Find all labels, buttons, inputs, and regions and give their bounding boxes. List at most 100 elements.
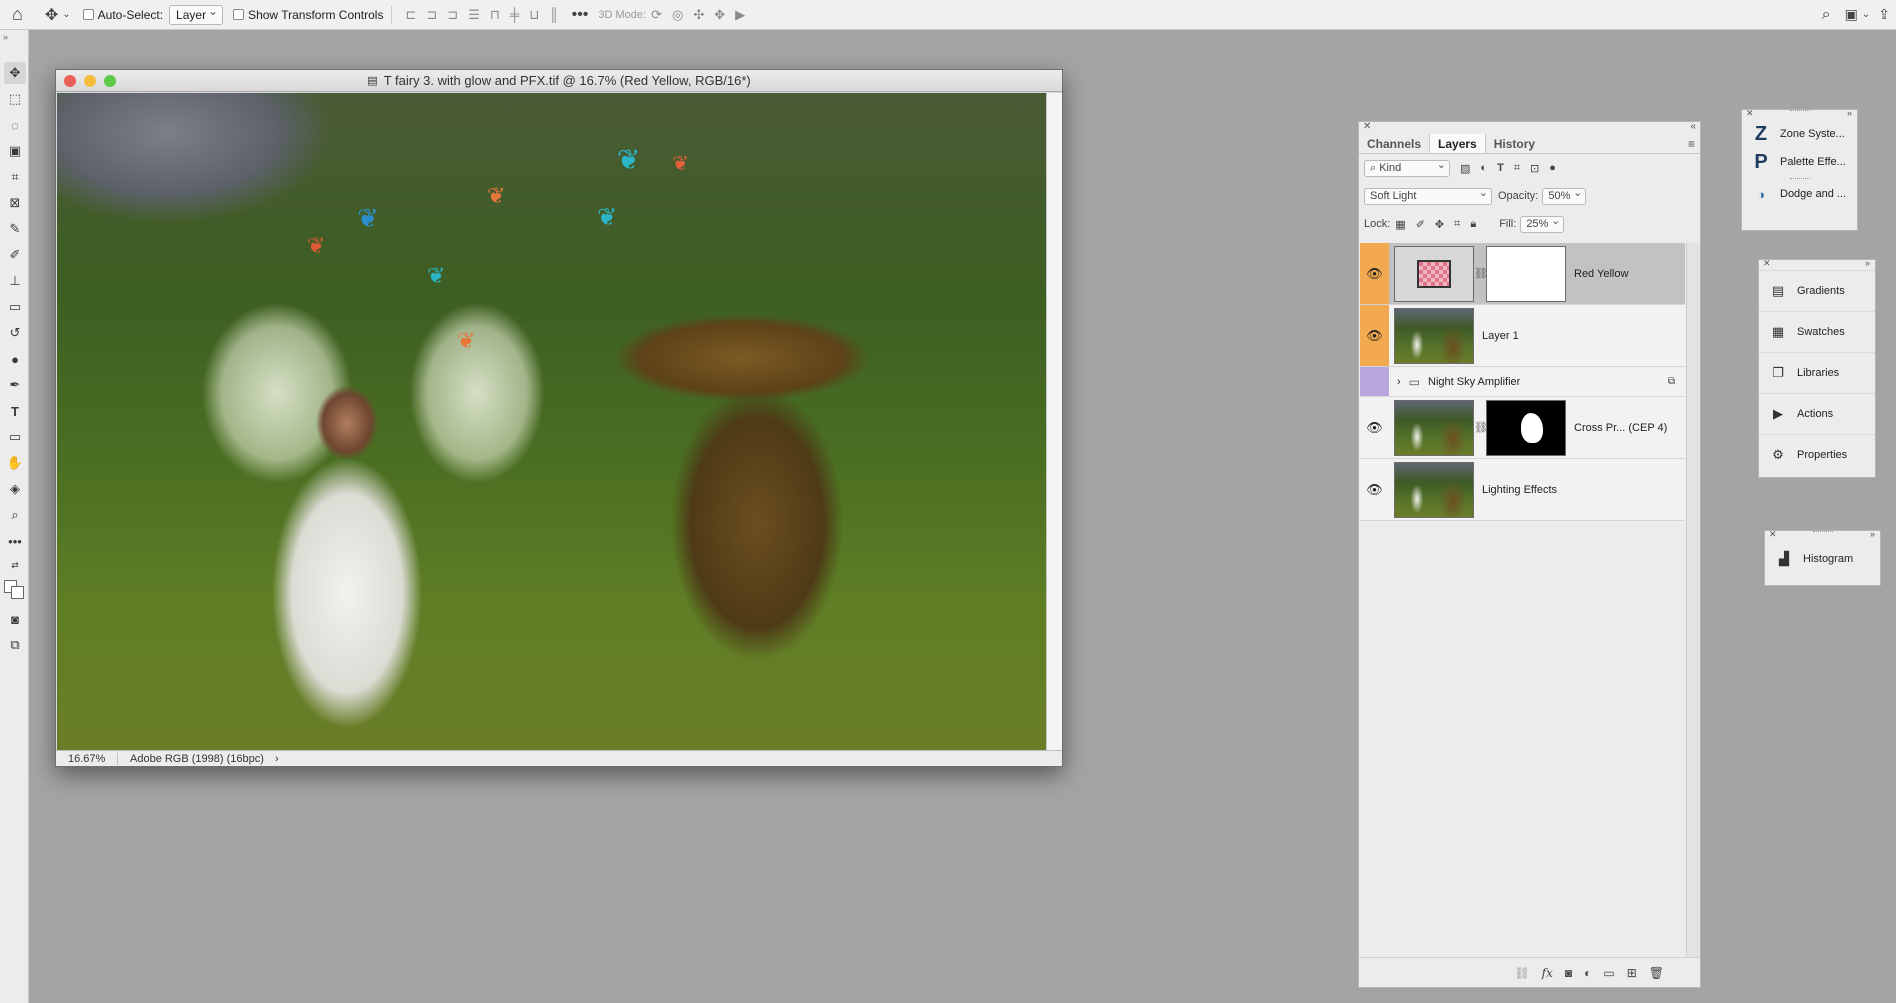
- zoom-level[interactable]: 16.67%: [56, 752, 118, 765]
- new-group-icon[interactable]: ▭: [1603, 966, 1614, 980]
- distribute-vertical-icon[interactable]: ☰: [468, 7, 480, 23]
- expand-panel-icon[interactable]: »: [1847, 108, 1852, 118]
- lock-image-icon[interactable]: ✐: [1416, 218, 1425, 231]
- rectangle-tool-icon[interactable]: ▭: [4, 426, 26, 448]
- new-adjustment-icon[interactable]: ◐: [1584, 966, 1591, 980]
- expand-panel-icon[interactable]: »: [1865, 258, 1870, 268]
- object-select-tool-icon[interactable]: ▣: [4, 140, 26, 162]
- collapse-panel-icon[interactable]: «: [1690, 121, 1696, 132]
- layer-mask-thumbnail[interactable]: [1486, 245, 1566, 302]
- lock-transparent-icon[interactable]: ▦: [1395, 218, 1405, 231]
- tool-preset-chevron-icon[interactable]: ⌄: [62, 9, 70, 20]
- plugin-item-palette-effects[interactable]: P Palette Effe...: [1742, 148, 1857, 176]
- search-icon[interactable]: ⌕: [1822, 6, 1831, 24]
- canvas-scrollbar[interactable]: [1046, 93, 1062, 752]
- 3d-orbit-icon[interactable]: ⟳: [651, 7, 662, 23]
- 3d-roll-icon[interactable]: ◎: [672, 7, 683, 23]
- background-color-swatch[interactable]: [11, 586, 24, 599]
- panel-item-properties[interactable]: ⚙︎ Properties: [1759, 434, 1875, 475]
- layer-row-cross-pr[interactable]: 👁︎ ⛓︎ Cross Pr... (CEP 4): [1360, 397, 1685, 459]
- layer-row-lighting-effects[interactable]: 👁︎ Lighting Effects: [1360, 459, 1685, 521]
- pen-tool-icon[interactable]: ✒: [4, 374, 26, 396]
- close-panel-icon[interactable]: ✕: [1363, 121, 1371, 132]
- expand-panel-icon[interactable]: »: [1870, 529, 1875, 539]
- workspace-chevron-icon[interactable]: ⌄: [1862, 9, 1870, 20]
- plugin-item-dodge-and-burn[interactable]: ◑ Dodge and ...: [1742, 180, 1857, 208]
- image-canvas[interactable]: ❦ ❦ ❦ ❦ ❦ ❦ ❦ ❦: [57, 93, 1047, 752]
- layer-name[interactable]: Lighting Effects: [1482, 484, 1557, 496]
- layer-name[interactable]: Red Yellow: [1574, 268, 1628, 280]
- layer-row-layer-1[interactable]: 👁︎ Layer 1: [1360, 305, 1685, 367]
- stamp-tool-icon[interactable]: ⊥: [4, 270, 26, 292]
- tab-history[interactable]: History: [1486, 134, 1543, 153]
- paint-bucket-icon[interactable]: ◈: [4, 478, 26, 500]
- panel-grip[interactable]: [1789, 110, 1810, 115]
- fill-field[interactable]: 25%: [1520, 214, 1565, 233]
- more-tools-icon[interactable]: •••: [4, 530, 26, 552]
- 3d-slide-icon[interactable]: ✥: [714, 7, 725, 23]
- layers-scrollbar[interactable]: [1686, 243, 1700, 958]
- lock-position-icon[interactable]: ✥: [1435, 218, 1444, 231]
- status-expand-icon[interactable]: ›: [275, 753, 279, 765]
- add-mask-icon[interactable]: ◙: [1565, 966, 1572, 980]
- layer-thumbnail[interactable]: [1394, 245, 1474, 302]
- lock-artboard-icon[interactable]: ⌗: [1454, 218, 1460, 231]
- visibility-eye-icon[interactable]: 👁︎: [1360, 459, 1389, 520]
- distribute-horizontal-icon[interactable]: ║: [549, 7, 558, 22]
- align-middle-icon[interactable]: ╪: [510, 7, 519, 22]
- document-title-bar[interactable]: ▤ T fairy 3. with glow and PFX.tif @ 16.…: [56, 70, 1062, 92]
- panel-menu-icon[interactable]: ≡: [1683, 134, 1700, 153]
- zoom-tool-icon[interactable]: ⌕: [4, 504, 26, 526]
- filter-pixel-icon[interactable]: ▨: [1460, 162, 1470, 175]
- link-chain-icon[interactable]: ⛓︎: [1474, 267, 1488, 280]
- close-panel-icon[interactable]: ✕: [1746, 108, 1754, 119]
- layer-name[interactable]: Night Sky Amplifier: [1428, 376, 1520, 388]
- layer-row-red-yellow[interactable]: 👁︎ ⛓︎ Red Yellow: [1360, 243, 1685, 305]
- 3d-camera-icon[interactable]: ▶: [735, 7, 745, 23]
- panel-item-libraries[interactable]: ❐ Libraries: [1759, 352, 1875, 393]
- new-layer-icon[interactable]: ⊞: [1627, 966, 1637, 980]
- marquee-tool-icon[interactable]: ⬚: [4, 88, 26, 110]
- filter-kind-dropdown[interactable]: ⌕ Kind: [1364, 158, 1450, 177]
- align-top-icon[interactable]: ⊓: [490, 7, 500, 23]
- filter-adjustment-icon[interactable]: ◐: [1480, 162, 1487, 174]
- layer-thumbnail[interactable]: [1394, 399, 1474, 456]
- swap-colors-icon[interactable]: ⇄: [4, 554, 26, 576]
- align-left-icon[interactable]: ⊏: [405, 7, 416, 23]
- opacity-field[interactable]: 50%: [1542, 186, 1587, 205]
- 3d-pan-icon[interactable]: ✣: [693, 7, 704, 23]
- close-panel-icon[interactable]: ✕: [1769, 529, 1777, 540]
- lasso-tool-icon[interactable]: ◌: [4, 114, 26, 136]
- move-tool-icon[interactable]: ✥: [4, 62, 26, 84]
- screen-mode-icon[interactable]: ⧉: [4, 634, 26, 656]
- dodge-tool-icon[interactable]: ●: [4, 348, 26, 370]
- frame-tool-icon[interactable]: ⊠: [4, 192, 26, 214]
- brush-tool-icon[interactable]: ✐: [4, 244, 26, 266]
- history-brush-icon[interactable]: ↺: [4, 322, 26, 344]
- move-tool-icon[interactable]: ✥: [45, 5, 58, 25]
- tab-channels[interactable]: Channels: [1359, 134, 1429, 153]
- layer-mask-thumbnail[interactable]: [1486, 399, 1566, 456]
- close-window-button[interactable]: [64, 75, 76, 87]
- zoom-window-button[interactable]: [104, 75, 116, 87]
- visibility-toggle[interactable]: [1360, 367, 1389, 396]
- share-icon[interactable]: ⇪: [1878, 6, 1890, 23]
- delete-layer-icon[interactable]: 🗑︎: [1649, 966, 1664, 980]
- filter-smart-object-icon[interactable]: ⊡: [1530, 162, 1539, 175]
- crop-tool-icon[interactable]: ⌗: [4, 166, 26, 188]
- plugin-item-zone-system[interactable]: Z Zone Syste...: [1742, 120, 1857, 148]
- link-layers-icon[interactable]: ⛓︎: [1514, 966, 1529, 980]
- layer-thumbnail[interactable]: [1394, 461, 1474, 518]
- blend-mode-dropdown[interactable]: Soft Light: [1364, 186, 1492, 205]
- visibility-eye-icon[interactable]: 👁︎: [1360, 243, 1389, 304]
- show-transform-checkbox[interactable]: [233, 9, 245, 20]
- quick-mask-icon[interactable]: ◙: [4, 608, 26, 630]
- tab-layers[interactable]: Layers: [1429, 134, 1486, 153]
- home-icon[interactable]: ⌂: [12, 4, 23, 25]
- layer-name[interactable]: Layer 1: [1482, 330, 1519, 342]
- visibility-eye-icon[interactable]: 👁︎: [1360, 305, 1389, 366]
- align-center-icon[interactable]: ⊐: [426, 7, 437, 23]
- filter-type-icon[interactable]: T: [1497, 162, 1504, 174]
- more-options-icon[interactable]: •••: [572, 6, 589, 24]
- link-chain-icon[interactable]: ⛓︎: [1474, 421, 1488, 434]
